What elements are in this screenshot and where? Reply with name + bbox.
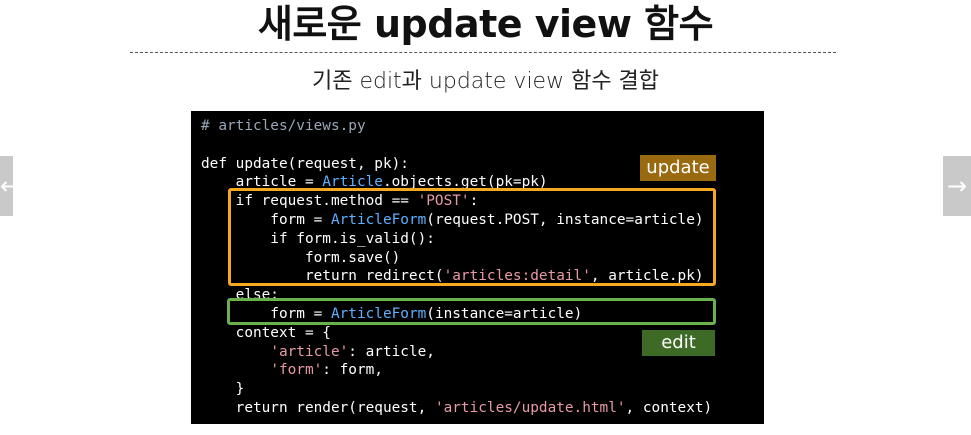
code-comment: # articles/views.py [201,118,366,134]
edit-tag: edit [642,330,715,356]
code-line: } [201,381,245,398]
title-divider [130,52,836,53]
code-line: 'form': form, [270,362,383,379]
arrow-left-icon: ← [0,172,21,200]
next-slide-button[interactable]: → [943,156,971,216]
slide-title: 새로운 update view 함수 [257,2,714,46]
edit-highlight-box [227,298,716,325]
arrow-right-icon: → [946,172,968,200]
code-line: def update(request, pk): [201,155,409,172]
code-line: 'article': article, [270,343,435,360]
update-tag: update [640,155,716,181]
code-line: context = { [201,324,331,341]
slide-subtitle: 기존 edit과 update view 함수 결합 [311,69,660,94]
update-highlight-box [228,188,716,286]
code-panel: # articles/views.py def update(request, … [191,111,764,424]
code-line: return render(request, 'articles/update.… [201,399,713,416]
prev-slide-button[interactable]: ← [0,156,20,216]
